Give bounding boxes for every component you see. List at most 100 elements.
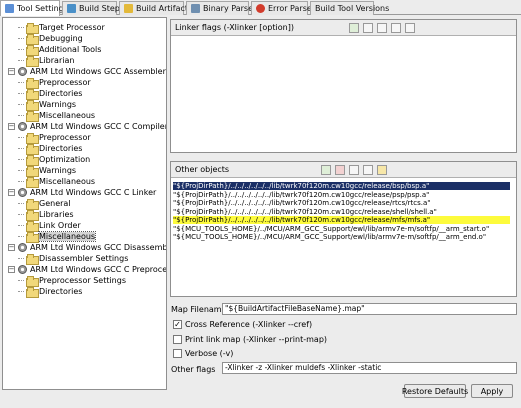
edit-icon[interactable] — [349, 165, 359, 175]
tree-item-label: Optimization — [39, 155, 91, 164]
tab-label: Tool Settings — [17, 4, 68, 13]
tree-item[interactable]: Link Order — [18, 220, 81, 232]
other-object-row[interactable]: "${MCU_TOOLS_HOME}/../MCU/ARM_GCC_Suppor… — [173, 225, 510, 233]
tree-item-label: Preprocessor Settings — [39, 276, 126, 285]
tree-connector — [18, 280, 24, 281]
tab-build-artifact[interactable]: Build Artifact — [119, 1, 188, 15]
tree-connector — [18, 148, 24, 149]
tab-build-steps[interactable]: Build Steps — [62, 1, 124, 15]
other-objects-panel: Other objects "${ProjDirPath}/../../../.… — [170, 161, 517, 297]
add-icon[interactable] — [321, 165, 331, 175]
tree-item[interactable]: Warnings — [18, 99, 76, 111]
tree-item-label: ARM Ltd Windows GCC Assembler — [30, 67, 166, 76]
tab-build-tool-versions[interactable]: Build Tool Versions — [310, 1, 389, 15]
tree-item[interactable]: Miscellaneous — [18, 176, 96, 188]
tree-item-label: Debugging — [39, 34, 83, 43]
tree-item-label: Disassembler Settings — [39, 254, 129, 263]
other-object-row[interactable]: "${ProjDirPath}/../../../../../../lib/tw… — [173, 199, 510, 207]
move-up-icon[interactable] — [363, 165, 373, 175]
tree-item[interactable]: General — [18, 198, 71, 210]
folder-icon — [26, 100, 39, 111]
tab-error-parsers[interactable]: Error Parsers — [251, 1, 319, 15]
other-object-row[interactable]: "${MCU_TOOLS_HOME}/../MCU/ARM_GCC_Suppor… — [173, 233, 510, 241]
folder-icon — [26, 276, 39, 287]
move-down-icon[interactable] — [405, 23, 415, 33]
tree-connector — [18, 104, 24, 105]
tree-item[interactable]: Libraries — [18, 209, 74, 221]
delete-icon[interactable] — [363, 23, 373, 33]
tree-item[interactable]: Directories — [18, 88, 82, 100]
tree-item[interactable]: Librarian — [18, 55, 75, 67]
tree-connector — [18, 181, 24, 182]
tree-item-label: Preprocessor — [39, 133, 91, 142]
collapse-icon[interactable]: − — [8, 189, 15, 196]
tree-item[interactable]: Preprocessor — [18, 77, 91, 89]
collapse-icon[interactable]: − — [8, 244, 15, 251]
cross-reference-checkbox[interactable]: ✓ — [173, 320, 182, 329]
tab-binary-parsers[interactable]: Binary Parsers — [186, 1, 260, 15]
tree-item[interactable]: Target Processor — [18, 22, 105, 34]
tree-item-label: Librarian — [39, 56, 75, 65]
tree-connector — [18, 291, 24, 292]
print-link-map-checkbox[interactable] — [173, 335, 182, 344]
tree-item-label: ARM Ltd Windows GCC C Linker — [30, 188, 157, 197]
tree-item[interactable]: Miscellaneous — [18, 110, 95, 122]
move-up-icon[interactable] — [391, 23, 401, 33]
tool-settings-icon — [5, 4, 14, 13]
tree-connector — [18, 60, 24, 61]
collapse-icon[interactable]: − — [8, 123, 15, 130]
collapse-icon[interactable]: − — [8, 68, 15, 75]
tab-label: Build Tool Versions — [315, 4, 390, 13]
delete-icon[interactable] — [335, 165, 345, 175]
tree-item[interactable]: Directories — [18, 286, 82, 298]
edit-icon[interactable] — [377, 23, 387, 33]
other-object-row[interactable]: "${ProjDirPath}/../../../../../../lib/tw… — [173, 191, 510, 199]
tree-connector — [18, 225, 24, 226]
folder-icon — [26, 56, 39, 67]
tree-item[interactable]: Preprocessor Settings — [18, 275, 126, 287]
tree-item[interactable]: Debugging — [18, 33, 83, 45]
map-filename-input[interactable]: "${BuildArtifactFileBaseName}.map" — [222, 303, 517, 315]
tree-item-label: ARM Ltd Windows GCC C Compiler — [30, 122, 167, 131]
tool-settings-tree[interactable]: Target Processor Debugging Additional Tool… — [2, 17, 167, 390]
tree-item-label: ARM Ltd Windows GCC Disassembler — [30, 243, 167, 252]
build-steps-icon — [67, 4, 76, 13]
tree-item-label: Miscellaneous — [39, 177, 96, 186]
tree-item[interactable]: Preprocessor — [18, 132, 91, 144]
folder-icon — [26, 232, 39, 243]
other-object-row[interactable]: "${ProjDirPath}/../../../../../../lib/tw… — [173, 182, 510, 190]
tree-item-label: Miscellaneous — [37, 231, 97, 242]
tree-tool-node[interactable]: − ARM Ltd Windows GCC Assembler — [8, 66, 166, 77]
verbose-checkbox[interactable] — [173, 349, 182, 358]
tree-item[interactable]: Optimization — [18, 154, 91, 166]
move-down-icon[interactable] — [377, 165, 387, 175]
tree-item[interactable]: Warnings — [18, 165, 76, 177]
tab-tool-settings[interactable]: Tool Settings — [0, 0, 68, 16]
tree-item-label: Preprocessor — [39, 78, 91, 87]
tree-item[interactable]: Directories — [18, 143, 82, 155]
tree-tool-node[interactable]: − ARM Ltd Windows GCC C Preprocessor — [8, 264, 166, 275]
tree-connector — [18, 159, 24, 160]
build-artifact-icon — [124, 4, 133, 13]
print-link-map-label: Print link map (-Xlinker --print-map) — [185, 335, 328, 344]
collapse-icon[interactable]: − — [8, 266, 15, 273]
tree-tool-node[interactable]: − ARM Ltd Windows GCC C Linker — [8, 187, 156, 198]
restore-defaults-button[interactable]: Restore Defaults — [402, 384, 468, 398]
tree-item[interactable]: Additional Tools — [18, 44, 101, 56]
tree-tool-node[interactable]: − ARM Ltd Windows GCC Disassembler — [8, 242, 167, 253]
other-flags-input[interactable]: -Xlinker -z -Xlinker muldefs -Xlinker -s… — [222, 362, 517, 374]
folder-icon — [26, 287, 39, 298]
folder-icon — [26, 155, 39, 166]
other-object-row[interactable]: "${ProjDirPath}/../../../../../../lib/tw… — [173, 216, 510, 224]
verbose-label: Verbose (-v) — [185, 349, 234, 358]
apply-button[interactable]: Apply — [471, 384, 513, 398]
tree-connector — [18, 203, 24, 204]
add-icon[interactable] — [349, 23, 359, 33]
tree-item[interactable]: Miscellaneous — [18, 231, 97, 243]
tree-connector — [18, 214, 24, 215]
tree-item[interactable]: Disassembler Settings — [18, 253, 129, 265]
linker-flags-header: Linker flags (-Xlinker [option]) — [171, 20, 516, 36]
tab-label: Build Artifact — [136, 4, 188, 13]
other-object-row[interactable]: "${ProjDirPath}/../../../../../../lib/tw… — [173, 208, 510, 216]
tree-tool-node[interactable]: − ARM Ltd Windows GCC C Compiler — [8, 121, 167, 132]
